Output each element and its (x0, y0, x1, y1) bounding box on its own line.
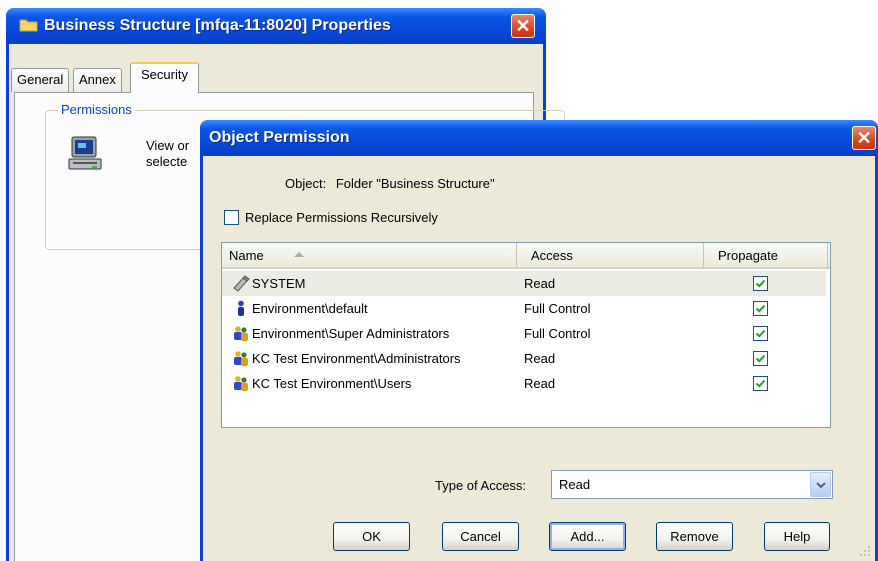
column-header-name[interactable]: Name (222, 243, 517, 267)
tab-annex[interactable]: Annex (73, 68, 122, 92)
sort-ascending-icon (294, 252, 304, 257)
help-button[interactable]: Help (764, 522, 830, 551)
dropdown-button[interactable] (810, 472, 831, 497)
column-header-access[interactable]: Access (517, 243, 704, 267)
tab-general[interactable]: General (11, 68, 70, 92)
group-icon (232, 350, 250, 367)
type-of-access-select[interactable]: Read (551, 470, 833, 499)
object-label: Object: (285, 176, 327, 191)
dialog-body: Object: Folder "Business Structure" Repl… (203, 156, 875, 561)
security-description: View or selecte (146, 138, 190, 169)
add-button[interactable]: Add... (549, 522, 626, 551)
list-item[interactable]: KC Test Environment\Users Read (222, 371, 830, 396)
replace-recursive-checkbox[interactable] (224, 210, 239, 225)
computer-icon (68, 136, 102, 170)
row-name: Environment\default (252, 301, 368, 316)
chevron-down-icon (816, 482, 826, 489)
list-item[interactable]: KC Test Environment\Administrators Read (222, 346, 830, 371)
dialog-title: Object Permission (209, 129, 350, 146)
properties-title-bar[interactable]: Business Structure [mfqa-11:8020] Proper… (6, 8, 546, 44)
propagate-checkbox[interactable] (753, 326, 768, 341)
propagate-checkbox[interactable] (753, 276, 768, 291)
properties-title: Business Structure [mfqa-11:8020] Proper… (44, 17, 391, 34)
row-access: Full Control (524, 301, 591, 316)
propagate-checkbox[interactable] (753, 376, 768, 391)
object-permission-dialog: Object Permission ✕ Object: Folder "Busi… (200, 120, 878, 561)
check-mark-icon (755, 304, 766, 313)
column-header-propagate[interactable]: Propagate (704, 243, 828, 267)
group-icon (232, 325, 250, 342)
permissions-list[interactable]: Name Access Propagate SYSTEM Read Environm… (221, 242, 831, 428)
row-access: Full Control (524, 326, 591, 341)
resize-grip-icon[interactable] (859, 545, 871, 557)
row-access: Read (524, 351, 556, 366)
row-name: KC Test Environment\Administrators (252, 351, 461, 366)
system-icon (232, 275, 250, 292)
replace-recursive-label[interactable]: Replace Permissions Recursively (245, 210, 438, 225)
check-mark-icon (755, 329, 766, 338)
type-of-access-value: Read (559, 477, 591, 492)
object-value: Folder "Business Structure" (335, 176, 495, 191)
row-access: Read (524, 276, 556, 291)
object-info: Object: Folder "Business Structure" (285, 176, 495, 191)
cancel-button[interactable]: Cancel (442, 522, 519, 551)
user-icon (232, 300, 250, 317)
propagate-checkbox[interactable] (753, 301, 768, 316)
check-mark-icon (755, 279, 766, 288)
ok-button[interactable]: OK (333, 522, 410, 551)
type-of-access-label: Type of Access: (435, 478, 527, 493)
list-header: Name Access Propagate (222, 243, 830, 269)
tab-security[interactable]: Security (130, 62, 199, 93)
row-access: Read (524, 376, 556, 391)
check-mark-icon (755, 354, 766, 363)
list-item[interactable]: SYSTEM Read (222, 271, 826, 296)
row-name: Environment\Super Administrators (252, 326, 450, 341)
group-icon (232, 375, 250, 392)
propagate-checkbox[interactable] (753, 351, 768, 366)
folder-icon (19, 19, 38, 32)
row-name: SYSTEM (252, 276, 306, 291)
properties-close-button[interactable]: ✕ (511, 14, 535, 38)
row-name: KC Test Environment\Users (252, 376, 412, 391)
list-item[interactable]: Environment\Super Administrators Full Con… (222, 321, 830, 346)
permissions-group-label: Permissions (58, 102, 135, 117)
check-mark-icon (755, 379, 766, 388)
dialog-title-bar[interactable]: Object Permission ✕ (200, 120, 878, 156)
dialog-close-button[interactable]: ✕ (852, 126, 876, 150)
list-item[interactable]: Environment\default Full Control (222, 296, 830, 321)
remove-button[interactable]: Remove (656, 522, 733, 551)
